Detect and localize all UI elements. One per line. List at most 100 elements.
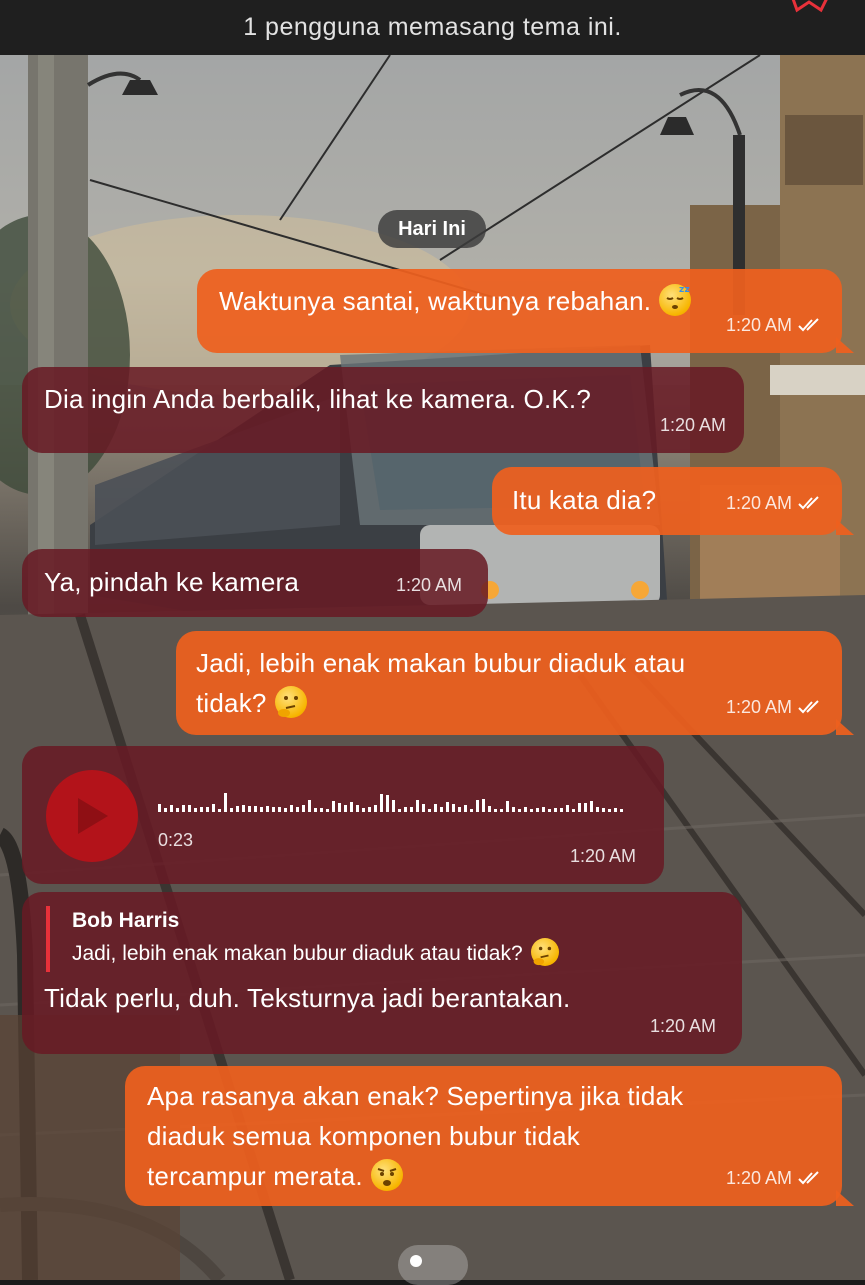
message-time: 1:20 AM	[569, 846, 636, 866]
waveform-bar	[536, 808, 539, 812]
waveform-bar	[458, 807, 461, 812]
play-button[interactable]	[46, 770, 138, 862]
waveform-bar	[422, 804, 425, 812]
waveform-bar	[440, 807, 443, 812]
bubble-tail	[836, 719, 854, 735]
message-meta: 1:20 AM	[570, 836, 636, 876]
waveform-bar	[494, 809, 497, 812]
waveform-bar	[614, 808, 617, 812]
waveform-bar	[272, 807, 275, 812]
quoted-message[interactable]: Bob Harris Jadi, lebih enak makan bubur …	[46, 906, 686, 972]
message-time: 1:20 AM	[649, 1016, 716, 1036]
waveform-bar	[446, 802, 449, 812]
bubble-tail	[836, 337, 854, 353]
waveform-bar	[332, 801, 335, 812]
waveform-bar	[398, 809, 401, 812]
message-time: 1:20 AM	[395, 575, 462, 595]
waveform-bar	[200, 807, 203, 812]
waveform-bar	[350, 802, 353, 812]
page-indicator-dot	[410, 1255, 422, 1267]
waveform-bar	[380, 794, 383, 812]
waveform-bar	[326, 809, 329, 812]
message-meta: 1:20 AM	[650, 1006, 716, 1046]
waveform-bar	[344, 805, 347, 812]
waveform-bar	[410, 807, 413, 812]
waveform-bar	[254, 806, 257, 812]
waveform-bar	[176, 808, 179, 812]
bubble-tail	[836, 519, 854, 535]
waveform-bar	[362, 808, 365, 812]
message-text: Tidak perlu, duh. Teksturnya jadi berant…	[44, 983, 571, 1013]
waveform-bar	[578, 803, 581, 812]
message-text: Dia ingin Anda berbalik, lihat ke kamera…	[44, 384, 592, 414]
waveform-bar	[188, 805, 191, 812]
heart-outline-icon[interactable]	[789, 0, 831, 14]
waveform-bar	[506, 801, 509, 812]
waveform-bar	[428, 809, 431, 812]
message-text-line: Jadi, lebih enak makan bubur diaduk atau	[196, 648, 686, 678]
waveform-bar	[476, 800, 479, 812]
waveform-bar	[464, 805, 467, 812]
sleeping-face-emoji-icon: zz	[659, 284, 692, 316]
incoming-message[interactable]: Dia ingin Anda berbalik, lihat ke kamera…	[22, 367, 744, 453]
waveform-bar	[242, 805, 245, 812]
incoming-message[interactable]: Ya, pindah ke kamera 1:20 AM	[22, 549, 488, 617]
waveform-bar	[308, 800, 311, 812]
chat-area[interactable]: Hari Ini Waktunya santai, waktunya rebah…	[0, 55, 865, 1280]
message-text-line: diaduk semua komponen bubur tidak	[147, 1121, 580, 1151]
message-meta: 1:20 AM	[726, 1158, 822, 1198]
waveform-bar	[206, 807, 209, 812]
outgoing-message[interactable]: Jadi, lebih enak makan bubur diaduk atau…	[176, 631, 854, 735]
incoming-reply-message[interactable]: Bob Harris Jadi, lebih enak makan bubur …	[22, 892, 742, 1054]
waveform-bar	[620, 809, 623, 812]
double-check-icon	[798, 318, 819, 332]
waveform-bar	[290, 805, 293, 812]
waveform-bar	[482, 799, 485, 812]
waveform-bar	[374, 805, 377, 812]
message-text-line: tercampur merata.	[147, 1156, 820, 1196]
waveform-bar	[560, 808, 563, 812]
waveform-bar	[500, 809, 503, 812]
theme-info-bar: 1 pengguna memasang tema ini.	[0, 0, 865, 55]
outgoing-message[interactable]: Waktunya santai, waktunya rebahan. zz 1:2…	[197, 269, 854, 353]
message-time: 1:20 AM	[725, 315, 792, 335]
waveform-bar	[590, 801, 593, 812]
double-check-icon	[798, 496, 819, 510]
message-meta: 1:20 AM	[660, 405, 726, 445]
outgoing-message[interactable]: Apa rasanya akan enak? Sepertinya jika t…	[125, 1066, 854, 1206]
waveform-bar	[602, 808, 605, 812]
waveform-bar	[164, 808, 167, 812]
waveform-bar	[392, 800, 395, 812]
waveform-bar	[194, 808, 197, 812]
waveform-bar	[320, 808, 323, 812]
waveform-bar	[554, 808, 557, 812]
voice-message[interactable]: 0:23 1:20 AM	[22, 746, 664, 884]
waveform-bar	[524, 807, 527, 812]
theme-users-text: 1 pengguna memasang tema ini.	[243, 13, 622, 41]
bubble-tail	[836, 1190, 854, 1206]
message-meta: 1:20 AM	[726, 305, 822, 345]
message-time: 1:20 AM	[725, 1168, 792, 1188]
message-meta: 1:20 AM	[726, 687, 822, 727]
waveform-bar	[260, 807, 263, 812]
waveform-bar	[434, 804, 437, 812]
page-indicator	[398, 1245, 468, 1285]
waveform-bar	[158, 804, 161, 812]
waveform-bar	[248, 806, 251, 812]
quoted-sender-name: Bob Harris	[72, 909, 180, 932]
double-check-icon	[798, 700, 819, 714]
voice-duration: 0:23	[158, 830, 194, 850]
outgoing-message[interactable]: Itu kata dia? 1:20 AM	[492, 467, 854, 535]
message-meta: 1:20 AM	[396, 565, 462, 605]
thinking-face-emoji-icon	[274, 686, 307, 718]
waveform-bar	[470, 809, 473, 812]
waveform-bar	[212, 804, 215, 812]
waveform-bar	[608, 809, 611, 812]
message-text-line: Apa rasanya akan enak? Sepertinya jika t…	[147, 1081, 684, 1111]
waveform-bar	[452, 804, 455, 812]
voice-waveform[interactable]	[158, 790, 628, 812]
waveform-bar	[230, 808, 233, 812]
waveform-bar	[530, 809, 533, 812]
quoted-text: Jadi, lebih enak makan bubur diaduk atau…	[72, 936, 686, 972]
waveform-bar	[518, 809, 521, 812]
